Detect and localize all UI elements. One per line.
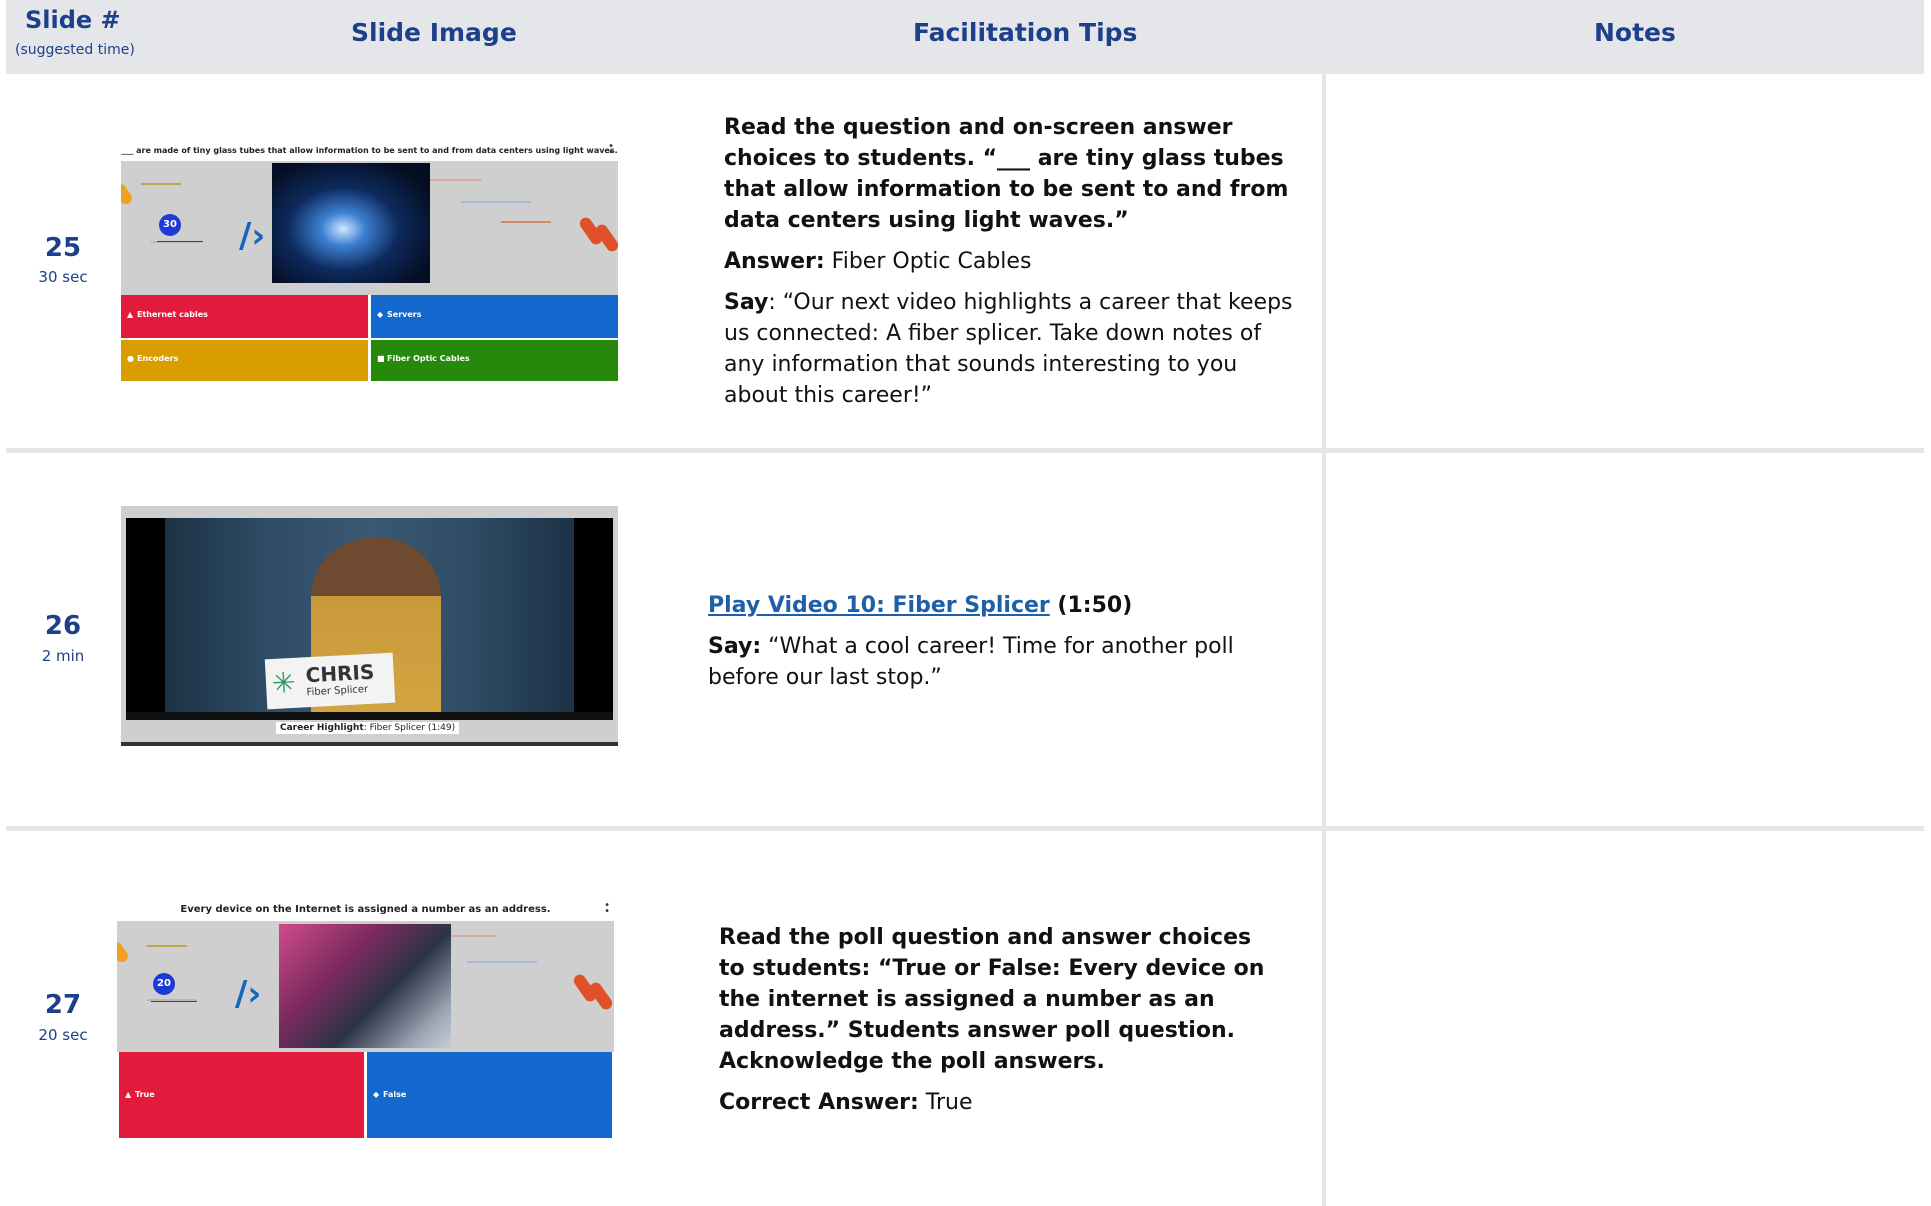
slide-time: 20 sec — [38, 1026, 88, 1044]
column-header-tips: Facilitation Tips — [913, 18, 1138, 47]
quiz-background: 30 /› — [121, 161, 618, 295]
slide-time: 2 min — [41, 647, 85, 665]
column-header-slide-sub: (suggested time) — [15, 42, 135, 58]
row-divider — [6, 826, 1924, 831]
facilitation-tips: Play Video 10: Fiber Splicer (1:50) Say:… — [708, 590, 1288, 703]
more-options-icon: • • — [604, 900, 610, 917]
column-header-notes: Notes — [1594, 18, 1676, 47]
column-header-slide: Slide # — [25, 6, 121, 34]
answer-option: ● Encoders — [121, 340, 368, 381]
facilitation-tips: Read the question and on-screen answer c… — [724, 112, 1294, 421]
fiber-optic-image — [272, 163, 430, 283]
table-header: Slide # (suggested time) Slide Image Fac… — [6, 0, 1924, 74]
more-options-icon: • • — [608, 141, 614, 158]
answer-option: ◆ False — [367, 1052, 612, 1138]
slide-number: 26 — [44, 611, 82, 641]
slide-thumbnail-quiz: ___ are made of tiny glass tubes that al… — [121, 141, 618, 381]
slide-time: 30 sec — [38, 268, 88, 286]
slide-thumbnail-video[interactable]: ✳ CHRIS Fiber Splicer Career Highlight: … — [121, 506, 618, 746]
answer-option: ◆ Servers — [371, 295, 618, 338]
speaker-name: CHRIS — [305, 659, 375, 688]
quiz-question: ___ are made of tiny glass tubes that al… — [121, 141, 618, 161]
speaker-role: Fiber Splicer — [306, 684, 369, 699]
tip-say: Say: “Our next video highlights a career… — [724, 290, 1293, 408]
play-video-link[interactable]: Play Video 10: Fiber Splicer — [708, 593, 1050, 618]
row-divider — [6, 448, 1924, 453]
asterisk-logo-icon: ✳ — [271, 665, 297, 701]
tip-answer: Answer: Fiber Optic Cables — [724, 249, 1032, 274]
quiz-question: Every device on the Internet is assigned… — [117, 900, 614, 920]
timer-badge: 20 — [153, 973, 175, 995]
answer-option: ■ Fiber Optic Cables — [371, 340, 618, 381]
name-card: ✳ CHRIS Fiber Splicer — [264, 652, 396, 710]
answer-option: ▲ Ethernet cables — [121, 295, 368, 338]
brand-chevron-icon: /› — [235, 974, 262, 1014]
slide-thumbnail-poll: Every device on the Internet is assigned… — [117, 900, 614, 1142]
laptop-image — [279, 924, 451, 1048]
timer-badge: 30 — [159, 214, 181, 236]
facilitation-tips: Read the poll question and answer choice… — [719, 922, 1279, 1128]
quiz-background: 20 /› — [117, 921, 614, 1052]
tip-instruction: Read the poll question and answer choice… — [719, 925, 1265, 1074]
tip-instruction: Read the question and on-screen answer c… — [724, 115, 1289, 233]
tip-answer: Correct Answer: True — [719, 1090, 973, 1115]
column-header-image: Slide Image — [351, 18, 517, 47]
slide-number: 27 — [44, 990, 82, 1020]
tip-video: Play Video 10: Fiber Splicer (1:50) — [708, 593, 1133, 618]
notes-column-divider — [1322, 74, 1326, 1206]
video-caption: Career Highlight: Fiber Splicer (1:49) — [276, 722, 460, 734]
brand-chevron-icon: /› — [239, 216, 266, 256]
answer-option: ▲ True — [119, 1052, 364, 1138]
player-controls[interactable] — [126, 712, 613, 720]
tip-say: Say: “What a cool career! Time for anoth… — [708, 634, 1234, 690]
slide-number: 25 — [44, 233, 82, 263]
